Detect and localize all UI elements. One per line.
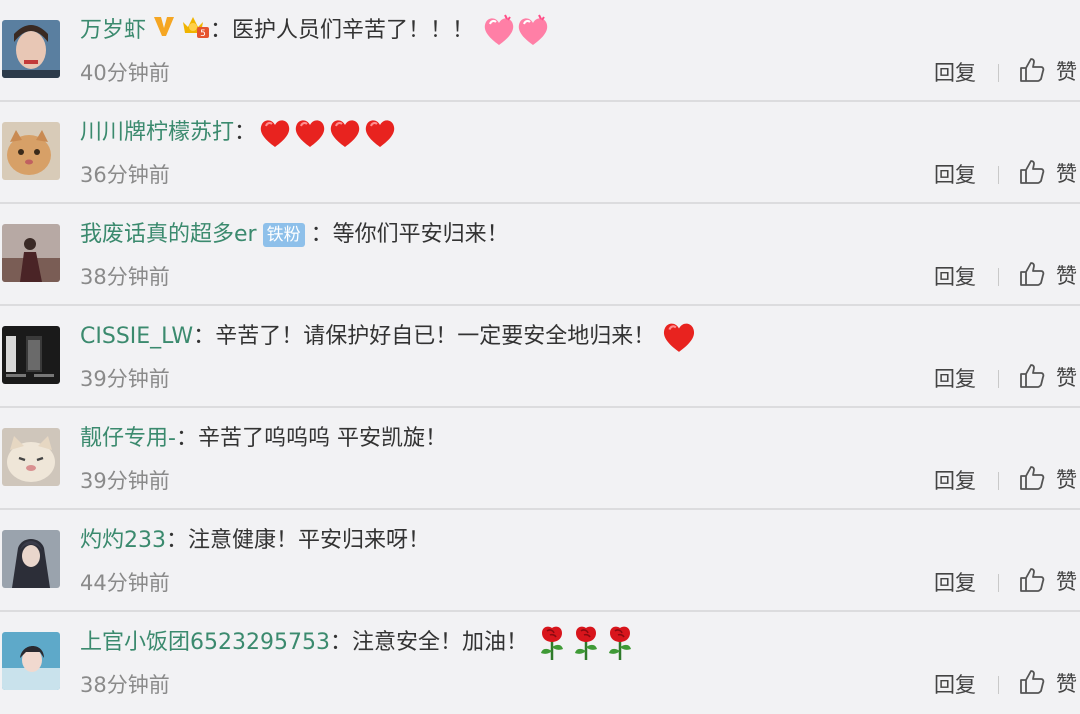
heart-icon [363,117,397,149]
reply-button[interactable]: 回复 [934,670,976,700]
heart-icon [258,117,292,149]
comment-time: 38分钟前 [80,673,170,697]
reply-button[interactable]: 回复 [934,262,976,292]
reply-button[interactable]: 回复 [934,58,976,88]
rose-icon [606,625,634,661]
username[interactable]: 上官小饭团6523295753 [80,626,330,660]
heart-icon [516,14,550,48]
comment-time: 40分钟前 [80,61,170,85]
like-button[interactable]: 赞 [1018,158,1077,190]
like-button[interactable]: 赞 [1018,260,1077,292]
comment-line: 灼灼233 ： 注意健康！平安归来呀！ [80,524,430,558]
comment-line: 万岁虾 5 ： 医护人员们辛苦了！！！ [80,14,550,48]
colon-separator: ： [175,426,198,451]
comment-text: 辛苦了呜呜呜 平安凯旋！ [197,426,447,451]
divider [998,64,999,82]
thumbs-up-icon [1018,260,1046,292]
like-button[interactable]: 赞 [1018,56,1077,88]
comment-item: 上官小饭团6523295753 ： 注意安全！加油！ 38分钟前 回复 赞 [0,612,1080,714]
comment-item: 靓仔专用- ： 辛苦了呜呜呜 平安凯旋！ 39分钟前 回复 赞 [0,408,1080,510]
vip-crown-icon: 5 [180,13,210,50]
thumbs-up-icon [1018,566,1046,598]
avatar[interactable] [2,20,60,78]
thumbs-up-icon [1018,56,1046,88]
like-label: 赞 [1056,672,1077,696]
reply-button[interactable]: 回复 [934,568,976,598]
avatar[interactable] [2,122,60,180]
like-label: 赞 [1056,264,1077,288]
username[interactable]: 灼灼233 [80,524,166,558]
comment-line: 川川牌柠檬苏打 ： [80,116,397,150]
rose-icon [572,625,600,661]
colon-separator: ： [193,324,216,349]
colon-separator: ： [210,18,233,43]
like-button[interactable]: 赞 [1018,464,1077,496]
colon-separator: ： [310,222,333,247]
username[interactable]: 川川牌柠檬苏打 [80,116,234,150]
divider [998,370,999,388]
colon-separator: ： [329,630,352,655]
like-label: 赞 [1056,468,1077,492]
username[interactable]: 我废话真的超多er [80,218,257,252]
like-button[interactable]: 赞 [1018,362,1077,394]
comment-line: 靓仔专用- ： 辛苦了呜呜呜 平安凯旋！ [80,422,447,456]
divider [998,268,999,286]
comment-text: 辛苦了！请保护好自已！一定要安全地归来！ [215,324,656,349]
like-label: 赞 [1056,162,1077,186]
comment-time: 38分钟前 [80,265,170,289]
avatar[interactable] [2,326,60,384]
comment-item: 灼灼233 ： 注意健康！平安归来呀！ 44分钟前 回复 赞 [0,510,1080,612]
avatar[interactable] [2,530,60,588]
comment-text: 注意安全！加油！ [352,630,529,655]
thumbs-up-icon [1018,464,1046,496]
divider [998,166,999,184]
username[interactable]: CISSIE_LW [80,320,193,354]
comment-text: 注意健康！平安归来呀！ [188,528,431,553]
comment-text: 等你们平安归来！ [332,222,509,247]
svg-text:5: 5 [200,29,206,39]
comment-time: 39分钟前 [80,367,170,391]
divider [998,676,999,694]
heart-icon [328,117,362,149]
comment-text: 医护人员们辛苦了！！！ [232,18,475,43]
like-button[interactable]: 赞 [1018,668,1077,700]
divider [998,472,999,490]
colon-separator: ： [234,120,257,145]
rose-icon [538,625,566,661]
comment-time: 36分钟前 [80,163,170,187]
comment-time: 39分钟前 [80,469,170,493]
like-label: 赞 [1056,60,1077,84]
username[interactable]: 万岁虾 [80,14,146,48]
comment-time: 44分钟前 [80,571,170,595]
comment-item: CISSIE_LW ： 辛苦了！请保护好自已！一定要安全地归来！ 39分钟前 回… [0,306,1080,408]
comment-list: 万岁虾 5 ： 医护人员们辛苦了！！！ 40分钟前 回复 赞 川川牌柠檬苏打 ：… [0,0,1080,714]
username[interactable]: 靓仔专用- [80,422,176,456]
verified-v-icon [152,14,176,49]
comment-line: CISSIE_LW ： 辛苦了！请保护好自已！一定要安全地归来！ [80,320,697,354]
divider [998,574,999,592]
heart-icon [293,117,327,149]
thumbs-up-icon [1018,668,1046,700]
thumbs-up-icon [1018,158,1046,190]
avatar[interactable] [2,632,60,690]
like-label: 赞 [1056,570,1077,594]
like-button[interactable]: 赞 [1018,566,1077,598]
colon-separator: ： [166,528,189,553]
reply-button[interactable]: 回复 [934,160,976,190]
reply-button[interactable]: 回复 [934,466,976,496]
avatar[interactable] [2,428,60,486]
thumbs-up-icon [1018,362,1046,394]
heart-icon [661,320,697,354]
comment-line: 上官小饭团6523295753 ： 注意安全！加油！ [80,626,634,660]
comment-item: 我废话真的超多er 铁粉 ： 等你们平安归来！ 38分钟前 回复 赞 [0,204,1080,306]
fan-badge: 铁粉 [262,223,305,247]
reply-button[interactable]: 回复 [934,364,976,394]
comment-item: 万岁虾 5 ： 医护人员们辛苦了！！！ 40分钟前 回复 赞 [0,0,1080,102]
heart-icon [482,14,516,48]
avatar[interactable] [2,224,60,282]
comment-line: 我废话真的超多er 铁粉 ： 等你们平安归来！ [80,218,509,252]
like-label: 赞 [1056,366,1077,390]
comment-item: 川川牌柠檬苏打 ： 36分钟前 回复 赞 [0,102,1080,204]
